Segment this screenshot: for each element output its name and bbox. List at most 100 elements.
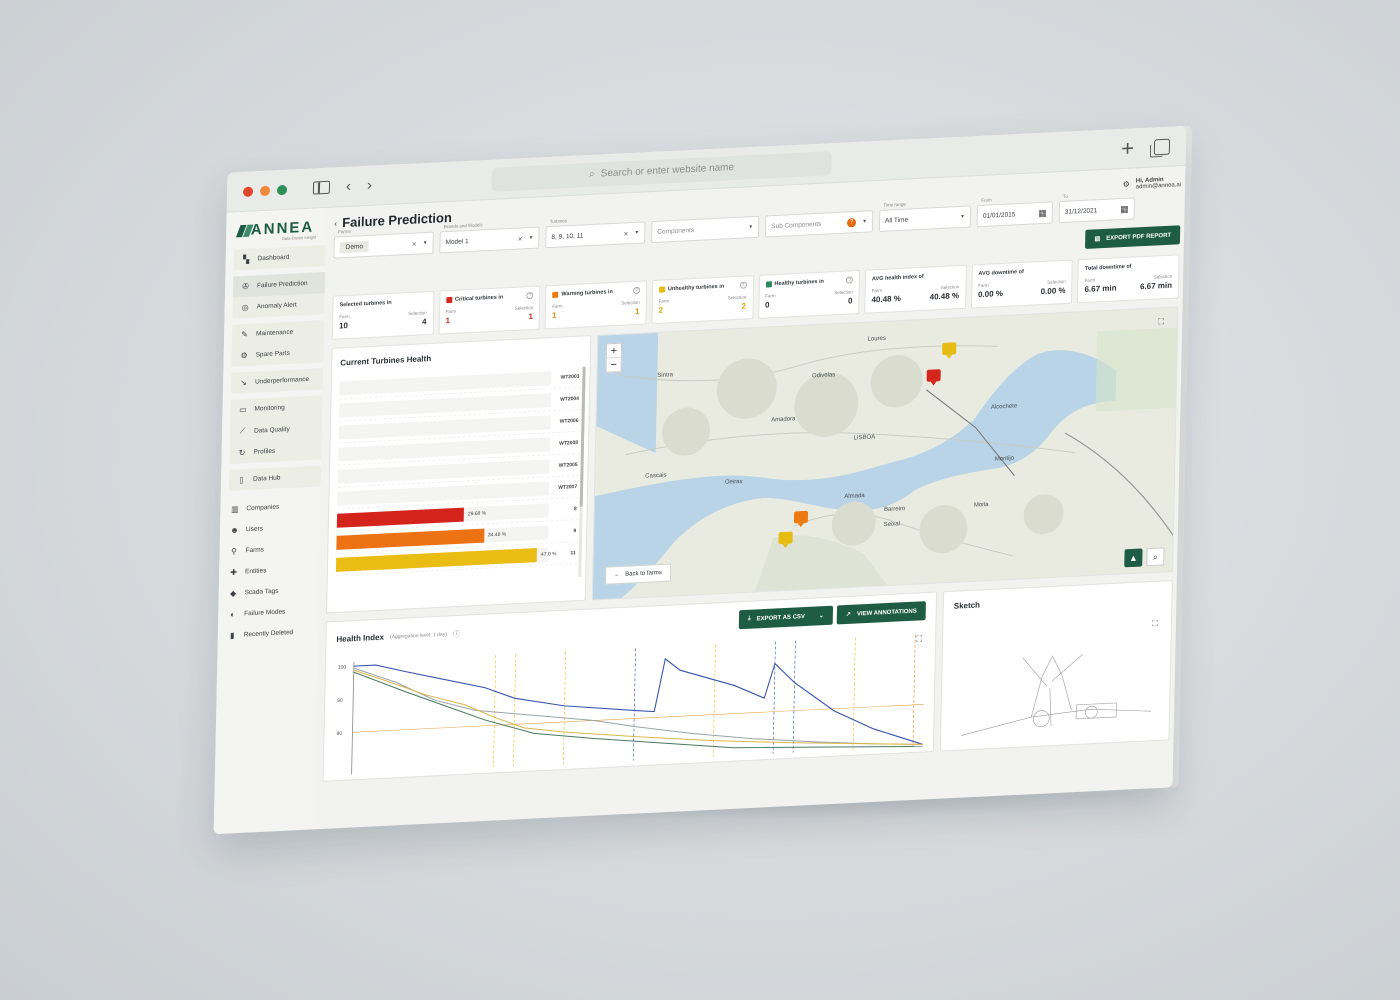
help-icon[interactable]: ? [739, 281, 747, 289]
fullscreen-icon[interactable]: ⛶ [1155, 316, 1167, 329]
export-csv-button[interactable]: ⤓ EXPORT AS CSV ⌄ [738, 605, 834, 630]
sidebar-item-dashboard[interactable]: ▚ Dashboard [233, 245, 325, 271]
health-bar-value: 29.68 % [467, 510, 487, 518]
chevron-down-icon[interactable]: ⌄ [819, 612, 824, 619]
kpi-selection-label: Selection [940, 284, 960, 291]
sidebar-item-recently-deleted[interactable]: ▮ Recently Deleted [220, 621, 318, 647]
kpi-title: Healthy turbines in [765, 277, 853, 288]
kpi-title: Warning turbines in [552, 288, 640, 298]
maximize-window-button[interactable] [276, 184, 288, 195]
map-place-label: Moita [973, 501, 989, 509]
time-range-select[interactable]: Time range All Time ▼ [878, 202, 972, 232]
turbines-value: 8, 9, 10, 11 [551, 231, 584, 241]
plus-icon[interactable]: + [1121, 135, 1134, 162]
turbines-select[interactable]: Turbines 8, 9, 10, 11 × ▼ [545, 218, 646, 249]
forward-arrow-icon[interactable]: › [367, 177, 372, 194]
map-place-label: Amadora [771, 416, 796, 424]
terrain-layer-icon[interactable]: ▲ [1124, 548, 1143, 568]
kpi-card: AVG health index of Farm Selection 40.48 % 4… [864, 264, 967, 314]
pdf-icon: ▤ [1094, 236, 1101, 243]
back-to-farms-button[interactable]: ← Back to farms [605, 563, 671, 585]
map-zoom-control: + − [605, 342, 623, 374]
users-icon: ☻ [230, 525, 239, 536]
user-menu[interactable]: ⚙ Hi, Admin admin@annea.ai [1122, 176, 1182, 191]
status-swatch [658, 286, 666, 293]
map-place-label: Loures [867, 335, 886, 343]
kpi-farm-label: Farm [765, 293, 776, 299]
sidebar-item-data-hub[interactable]: ▯ Data Hub [229, 465, 321, 491]
brands-select[interactable]: Brands and Models Model 1 × ▼ [439, 222, 540, 254]
sidebar-item-spare-parts[interactable]: ⚙ Spare Parts [231, 341, 323, 367]
sidebar-group: ↘ Underperformance [230, 368, 324, 394]
sketch-panel: Sketch ⛶ [939, 580, 1173, 752]
kpi-title: AVG health index of [871, 272, 960, 283]
kpi-title-text: AVG health index of [871, 273, 924, 283]
components-select[interactable]: Components ▼ [651, 215, 760, 244]
sidebar-group: ▯ Data Hub [228, 465, 322, 492]
help-badge[interactable]: ? [847, 217, 857, 228]
warning-turbine-marker[interactable] [793, 510, 809, 524]
kpi-card: Critical turbines in? Farm Selection 1 1 [438, 285, 541, 335]
calendar-icon[interactable]: ▦ [1120, 203, 1129, 214]
turbine-label: 11 [570, 550, 576, 557]
refresh-icon: ↻ [238, 448, 246, 458]
close-window-button[interactable] [242, 185, 254, 197]
clear-icon[interactable]: × [624, 229, 629, 238]
dashboard-icon: ▚ [242, 254, 250, 265]
sidebar-group: ✇ Failure Prediction ◎ Anomaly Alert [232, 272, 326, 319]
kpi-selection-value: 0.00 % [1040, 285, 1066, 297]
kpi-farm-label: Farm [978, 282, 989, 289]
time-range-value: All Time [884, 216, 909, 225]
kpi-farm-value: 40.48 % [871, 293, 901, 305]
sidebar-item-label: Monitoring [254, 404, 285, 413]
kpi-selection-value: 2 [741, 301, 747, 311]
minimize-window-button[interactable] [259, 185, 271, 196]
sidebar-item-underperformance[interactable]: ↘ Underperformance [231, 368, 323, 394]
map-place-label: Seixal [883, 521, 901, 529]
sub-components-select[interactable]: Sub Components ? ▼ [764, 210, 874, 238]
zoom-in-button[interactable]: + [606, 343, 622, 359]
farms-select[interactable]: Farms Demo × ▼ [333, 229, 434, 259]
external-link-icon: ↗ [845, 611, 852, 619]
calendar-icon[interactable]: ▦ [1038, 207, 1047, 218]
unhealthy-turbine-marker[interactable] [778, 531, 793, 545]
sidebar: ANNEA Data-Driven Insight ▚ Dashboard ✇ Fai… [213, 207, 327, 835]
export-pdf-button[interactable]: ▤ EXPORT PDF REPORT [1085, 225, 1181, 249]
map-panel[interactable]: + − Loures Sintra Odivelas Amadora LISBOA Cas… [591, 306, 1179, 601]
y-tick-label: 100 [338, 664, 347, 670]
view-annotations-button[interactable]: ↗ VIEW ANNOTATIONS [836, 601, 926, 625]
sidebar-item-label: Recently Deleted [243, 629, 294, 639]
sidebar-item-profiles[interactable]: ↻ Profiles [229, 438, 321, 464]
unhealthy-turbine-marker[interactable] [942, 342, 957, 356]
browser-window: ‹ › ⌕ Search or enter website name + ANN… [213, 125, 1187, 835]
tabs-icon[interactable] [1153, 138, 1171, 155]
export-pdf-label: EXPORT PDF REPORT [1106, 232, 1172, 242]
settings-icon[interactable]: ⚙ [1123, 180, 1130, 189]
turbine-label: WT2005 [558, 461, 578, 469]
fullscreen-icon[interactable]: ⛶ [913, 633, 925, 646]
wind-icon: ✇ [242, 281, 250, 292]
back-arrow-icon[interactable]: ‹ [346, 178, 351, 195]
trash-icon: ▮ [229, 630, 235, 641]
page-title-text: Failure Prediction [342, 209, 453, 231]
kpi-farm-value: 6.67 min [1084, 283, 1117, 294]
clear-icon[interactable]: × [412, 239, 417, 248]
collapse-sidebar-icon[interactable]: ‹ [334, 218, 337, 228]
map-canvas[interactable] [592, 306, 1179, 601]
sidebar-item-anomaly-alert[interactable]: ◎ Anomaly Alert [232, 293, 324, 319]
map-place-label: Almada [844, 492, 865, 500]
zoom-out-button[interactable]: − [606, 357, 621, 373]
from-date-input[interactable]: From 01/01/2015 ▦ [976, 197, 1054, 228]
to-date-input[interactable]: To 31/12/2021 ▦ [1058, 194, 1135, 224]
sidebar-toggle-icon[interactable] [312, 180, 331, 195]
kpi-card: Warning turbines in? Farm Selection 1 1 [544, 280, 648, 330]
sidebar-item-label: Failure Modes [244, 608, 286, 618]
critical-turbine-marker[interactable] [926, 369, 941, 382]
clear-icon[interactable]: × [518, 234, 523, 243]
map-search-icon[interactable]: ⌕ [1146, 547, 1165, 567]
annea-logo-icon [238, 224, 247, 236]
help-icon[interactable]: ⓘ [453, 628, 460, 638]
sidebar-item-label: Anomaly Alert [256, 301, 297, 311]
turbine-label: WT2007 [558, 484, 578, 491]
fullscreen-icon[interactable]: ⛶ [1149, 618, 1161, 631]
